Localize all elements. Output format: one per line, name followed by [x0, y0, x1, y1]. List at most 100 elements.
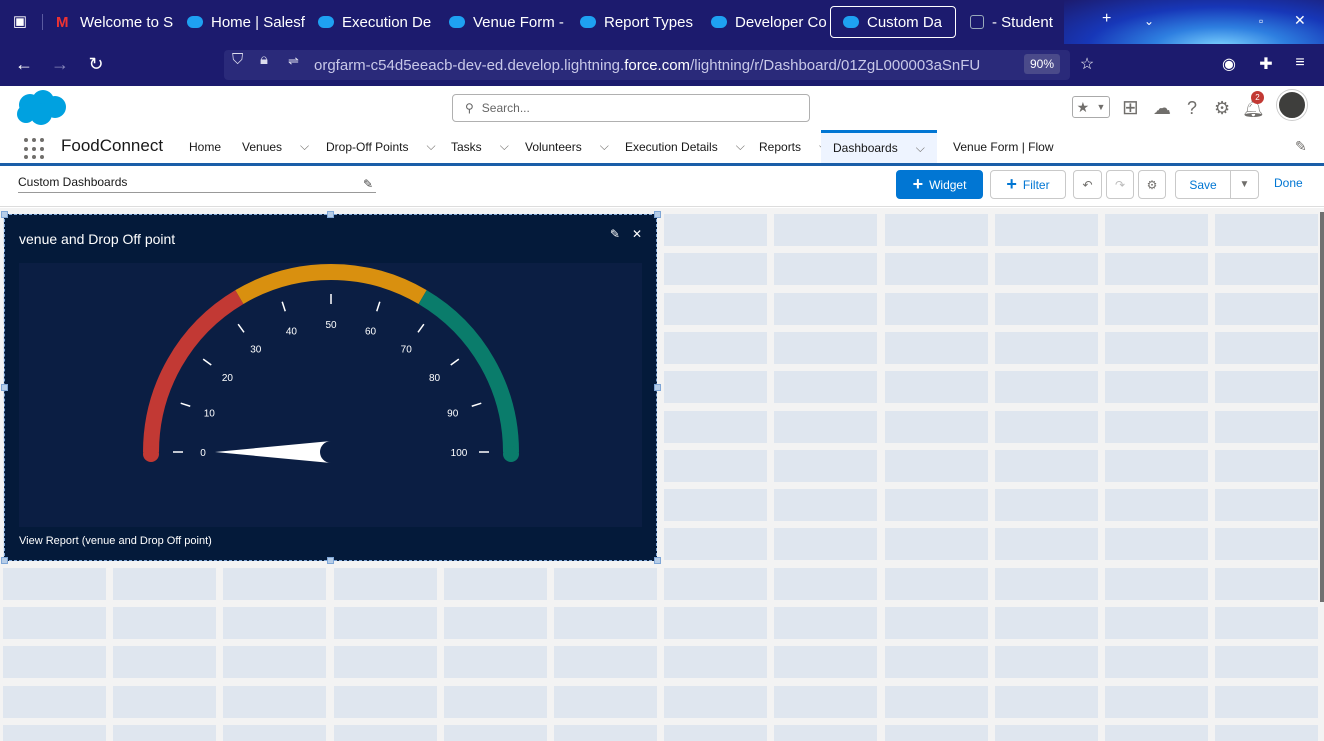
chevron-down-icon[interactable]: ⌵ [300, 139, 309, 154]
grid-cell [113, 646, 217, 679]
dashboard-name-field[interactable]: Custom Dashboards [18, 175, 376, 193]
nav-item-tasks[interactable]: Tasks ⌵ [451, 130, 509, 163]
browser-tab[interactable]: - Student [958, 6, 1068, 38]
grid-cell [3, 646, 106, 679]
permissions-icon[interactable]: ⇌ [288, 53, 299, 69]
undo-button[interactable]: ↶ [1073, 170, 1102, 199]
new-tab-icon[interactable]: + [1102, 10, 1111, 28]
forward-icon[interactable]: → [49, 54, 71, 75]
browser-tab[interactable]: Developer Co [699, 6, 829, 38]
save-menu-button[interactable]: ▼ [1230, 170, 1259, 199]
nav-item-home[interactable]: Home [189, 130, 221, 163]
nav-item-execution-details[interactable]: Execution Details ⌵ [625, 130, 745, 163]
favorites-button[interactable]: ★ ▼ [1072, 96, 1110, 118]
help-icon[interactable]: ? [1187, 98, 1197, 119]
trailhead-icon[interactable]: ☁ [1153, 98, 1171, 119]
setup-gear-icon[interactable]: ⚙ [1214, 98, 1230, 119]
zoom-level[interactable]: 90% [1024, 54, 1061, 74]
grid-cell [1215, 371, 1319, 404]
chevron-down-icon[interactable]: ⌵ [426, 139, 435, 154]
grid-cell [664, 607, 768, 639]
nav-item-dashboards[interactable]: Dashboards ⌵ [821, 130, 937, 163]
user-avatar[interactable] [1277, 90, 1307, 120]
resize-handle[interactable] [327, 557, 334, 564]
chevron-down-icon[interactable]: ⌵ [916, 141, 925, 156]
shield-icon[interactable]: ⛉ [232, 51, 243, 68]
salesforce-logo[interactable] [14, 89, 68, 127]
resize-handle[interactable] [1, 211, 8, 218]
browser-tab[interactable]: Venue Form - [437, 6, 567, 38]
resize-handle[interactable] [654, 211, 661, 218]
nav-item-reports[interactable]: Reports⌵ [759, 130, 828, 163]
tab-overview-icon[interactable]: ▣ [8, 10, 32, 34]
grid-cell [1105, 331, 1208, 364]
resize-handle[interactable] [654, 384, 661, 391]
resize-handle[interactable] [654, 557, 661, 564]
edit-nav-pencil-icon[interactable]: ✎ [1295, 138, 1307, 155]
close-window-icon[interactable]: ✕ [1294, 12, 1306, 29]
scrollbar[interactable] [1320, 212, 1324, 602]
resize-handle[interactable] [327, 211, 334, 218]
redo-button[interactable]: ↷ [1106, 170, 1134, 199]
lock-icon[interactable]: 🔒︎ [260, 51, 268, 68]
nav-item-venues[interactable]: Venues ⌵ [242, 130, 309, 163]
grid-cell [884, 685, 988, 718]
done-button[interactable]: Done [1274, 176, 1303, 190]
app-launcher-icon[interactable] [24, 138, 46, 160]
browser-tab[interactable]: M Welcome to S [44, 6, 174, 38]
chevron-down-icon[interactable]: ⌵ [600, 139, 609, 154]
global-search-input[interactable]: ⚲ Search... [452, 94, 810, 122]
grid-cell [774, 685, 878, 718]
grid-cell [443, 685, 547, 718]
notification-badge: 2 [1251, 91, 1264, 104]
grid-cell [1105, 607, 1208, 639]
grid-cell [1215, 331, 1319, 364]
menu-icon[interactable]: ≡ [1289, 54, 1311, 72]
chevron-down-icon[interactable]: ⌵ [736, 139, 745, 154]
close-widget-icon[interactable]: ✕ [632, 227, 642, 241]
grid-cell [113, 685, 217, 718]
restore-window-icon[interactable]: ▫ [1259, 14, 1263, 28]
bookmark-star-icon[interactable]: ☆ [1076, 54, 1098, 74]
grid-cell [664, 528, 768, 561]
add-filter-button[interactable]: + Filter [990, 170, 1066, 199]
gauge-tick [471, 402, 482, 407]
resize-handle[interactable] [1, 384, 8, 391]
grid-cell [774, 410, 878, 443]
salesforce-icon [449, 16, 465, 28]
gauge-band-cap [503, 446, 519, 462]
resize-handle[interactable] [1, 557, 8, 564]
url-bar[interactable]: orgfarm-c54d5eeacb-dev-ed.develop.lightn… [224, 50, 1070, 80]
grid-cell [443, 567, 547, 600]
browser-tab[interactable]: Home | Salesf [175, 6, 305, 38]
account-icon[interactable]: ◉ [1218, 54, 1240, 74]
nav-item-volunteers[interactable]: Volunteers ⌵ [525, 130, 609, 163]
grid-cell [774, 567, 878, 600]
save-button[interactable]: Save [1175, 170, 1231, 199]
back-icon[interactable]: ← [13, 54, 35, 75]
nav-item-venue-form-flow[interactable]: Venue Form | Flow [953, 130, 1054, 163]
edit-widget-pencil-icon[interactable]: ✎ [610, 227, 620, 241]
gauge-tick [202, 358, 212, 366]
gauge-widget[interactable]: venue and Drop Off point ✎ ✕ 0 10 20 30 40 50… [4, 214, 657, 561]
gauge-tick-label: 50 [325, 320, 337, 331]
tab-list-icon[interactable]: ⌄ [1144, 14, 1154, 28]
browser-tab[interactable]: Execution De [306, 6, 436, 38]
grid-cell [223, 685, 327, 718]
global-actions-icon[interactable]: ⊞ [1122, 95, 1139, 120]
grid-cell [884, 528, 988, 561]
add-widget-button[interactable]: + Widget [896, 170, 983, 199]
browser-tab[interactable]: Report Types [568, 6, 698, 38]
edit-name-pencil-icon[interactable]: ✎ [363, 177, 373, 191]
gmail-icon: M [56, 13, 69, 31]
nav-item-drop-off-points[interactable]: Drop-Off Points ⌵ [326, 130, 436, 163]
gauge-tick [180, 402, 191, 407]
grid-cell [3, 567, 106, 600]
view-report-link[interactable]: View Report (venue and Drop Off point) [19, 535, 212, 547]
add-filter-label: Filter [1022, 177, 1050, 192]
browser-tab[interactable]: Custom Da✕ [830, 6, 956, 38]
properties-button[interactable]: ⚙ [1138, 170, 1166, 199]
extensions-icon[interactable]: ✚ [1255, 54, 1277, 74]
chevron-down-icon[interactable]: ⌵ [500, 139, 509, 154]
reload-icon[interactable]: ↻ [85, 54, 107, 75]
